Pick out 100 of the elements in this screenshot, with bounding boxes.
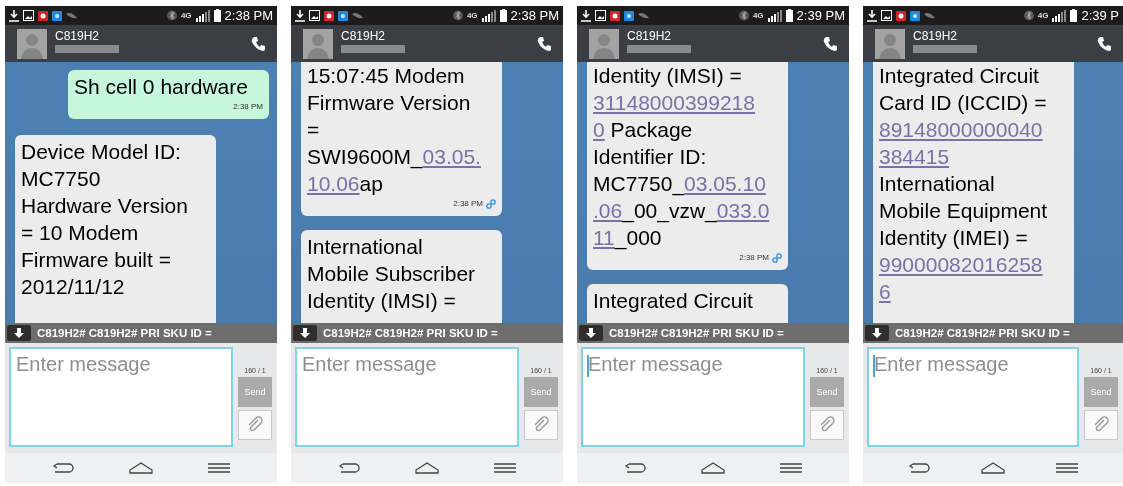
message-input-field[interactable]: Enter message [867,347,1079,447]
message-input-field[interactable]: Enter message [581,347,805,447]
number-link[interactable]: 03.05.10 [684,172,766,195]
picture-icon [595,10,606,21]
send-button[interactable]: Send [810,377,844,407]
back-icon[interactable] [908,462,931,474]
avatar-silhouette-icon [17,28,47,59]
app-icon [610,10,620,21]
bluetooth-icon [452,10,463,21]
send-button[interactable]: Send [524,377,558,407]
download-icon [295,9,305,22]
app-icon [38,10,48,21]
download-button[interactable] [7,325,31,341]
home-icon[interactable] [981,462,1005,474]
leaf-icon [924,11,935,20]
signal-icon [195,9,210,22]
download-button[interactable] [865,325,889,341]
avatar-silhouette-icon [589,28,619,59]
network-type: 4G [466,11,478,20]
battery-icon [1070,9,1078,22]
app-icon [52,10,62,21]
clock-time: 2:39 PM [796,8,845,23]
number-link[interactable]: 89148000000040 [879,118,1043,141]
paperclip-icon [246,416,264,434]
contact-name: C819H2 [627,29,673,43]
message-time: 2:38 PM [233,101,263,113]
battery-icon [213,9,221,22]
clock-time: 2:38 PM [510,8,559,23]
send-button[interactable]: Send [1084,377,1118,407]
phone-icon[interactable] [537,35,553,52]
menu-icon[interactable] [1055,463,1078,473]
notification-text: C819H2# C819H2# PRI SKU ID = [609,327,784,339]
redaction-bar [341,45,405,53]
notification-text: C819H2# C819H2# PRI SKU ID = [895,327,1070,339]
app-icon [324,10,334,21]
paperclip-icon [532,416,550,434]
avatar-silhouette-icon [303,28,333,59]
chain-link-icon [772,253,782,263]
attach-button[interactable] [524,410,558,440]
download-icon [581,9,591,22]
send-button[interactable]: Send [238,377,272,407]
menu-icon[interactable] [207,463,230,473]
menu-icon[interactable] [779,463,802,473]
network-type: 4G [180,11,192,20]
back-icon[interactable] [624,462,647,474]
paperclip-icon [1092,416,1110,434]
contact-name: C819H2 [341,29,387,43]
message-input-field[interactable]: Enter message [9,347,233,447]
message-text: 15:07:45 Modem Firmware Version = SWI9600M_03.05. 10.06ap [307,63,482,197]
download-button[interactable] [579,325,603,341]
download-button[interactable] [293,325,317,341]
phone-icon[interactable] [823,35,839,52]
network-type: 4G [1037,11,1049,20]
chain-link-icon [486,199,496,209]
number-link[interactable]: 0 [593,118,605,141]
clock-time: 2:38 PM [224,8,273,23]
number-link[interactable]: 384415 [879,145,950,168]
signal-icon [481,9,496,22]
down-arrow-icon [14,328,24,338]
attach-button[interactable] [1084,410,1118,440]
notification-text: C819H2# C819H2# PRI SKU ID = [323,327,498,339]
battery-icon [785,9,793,22]
attach-button[interactable] [238,410,272,440]
message-text: Identity (IMSI) = 31148000399218 0 Package Identifier ID: MC7750_03.05.10 .06_00_vzw_033.0 11_000 [593,63,771,251]
phone-icon[interactable] [1097,35,1113,52]
back-icon[interactable] [338,462,361,474]
number-link[interactable]: 31148000399218 [593,91,755,114]
message-text: Sh cell 0 hardware [74,74,249,100]
back-icon[interactable] [52,462,75,474]
battery-icon [499,9,507,22]
picture-icon [23,10,34,21]
attach-button[interactable] [810,410,844,440]
app-icon [338,10,348,21]
redaction-bar [913,45,977,53]
down-arrow-icon [300,328,310,338]
phone-icon[interactable] [251,35,267,52]
number-link[interactable]: 99000082016258 [879,253,1043,276]
menu-icon[interactable] [493,463,516,473]
message-time: 2:38 PM [739,252,769,264]
signal-icon [1052,9,1067,22]
home-icon[interactable] [415,462,439,474]
home-icon[interactable] [701,462,725,474]
home-icon[interactable] [129,462,153,474]
download-icon [9,9,19,22]
bluetooth-icon [166,10,177,21]
message-text: Integrated Circuit [593,288,754,314]
message-time: 2:38 PM [453,198,483,210]
redaction-bar [627,45,691,53]
message-input-field[interactable]: Enter message [295,347,519,447]
picture-icon [309,10,320,21]
number-link[interactable]: 10.06 [307,172,360,195]
down-arrow-icon [586,328,596,338]
leaf-icon [638,11,649,20]
leaf-icon [352,11,363,20]
app-icon [624,10,634,21]
notification-text: C819H2# C819H2# PRI SKU ID = [37,327,212,339]
leaf-icon [66,11,77,20]
number-link[interactable]: 6 [879,280,891,303]
contact-name: C819H2 [55,29,101,43]
contact-name: C819H2 [913,29,959,43]
